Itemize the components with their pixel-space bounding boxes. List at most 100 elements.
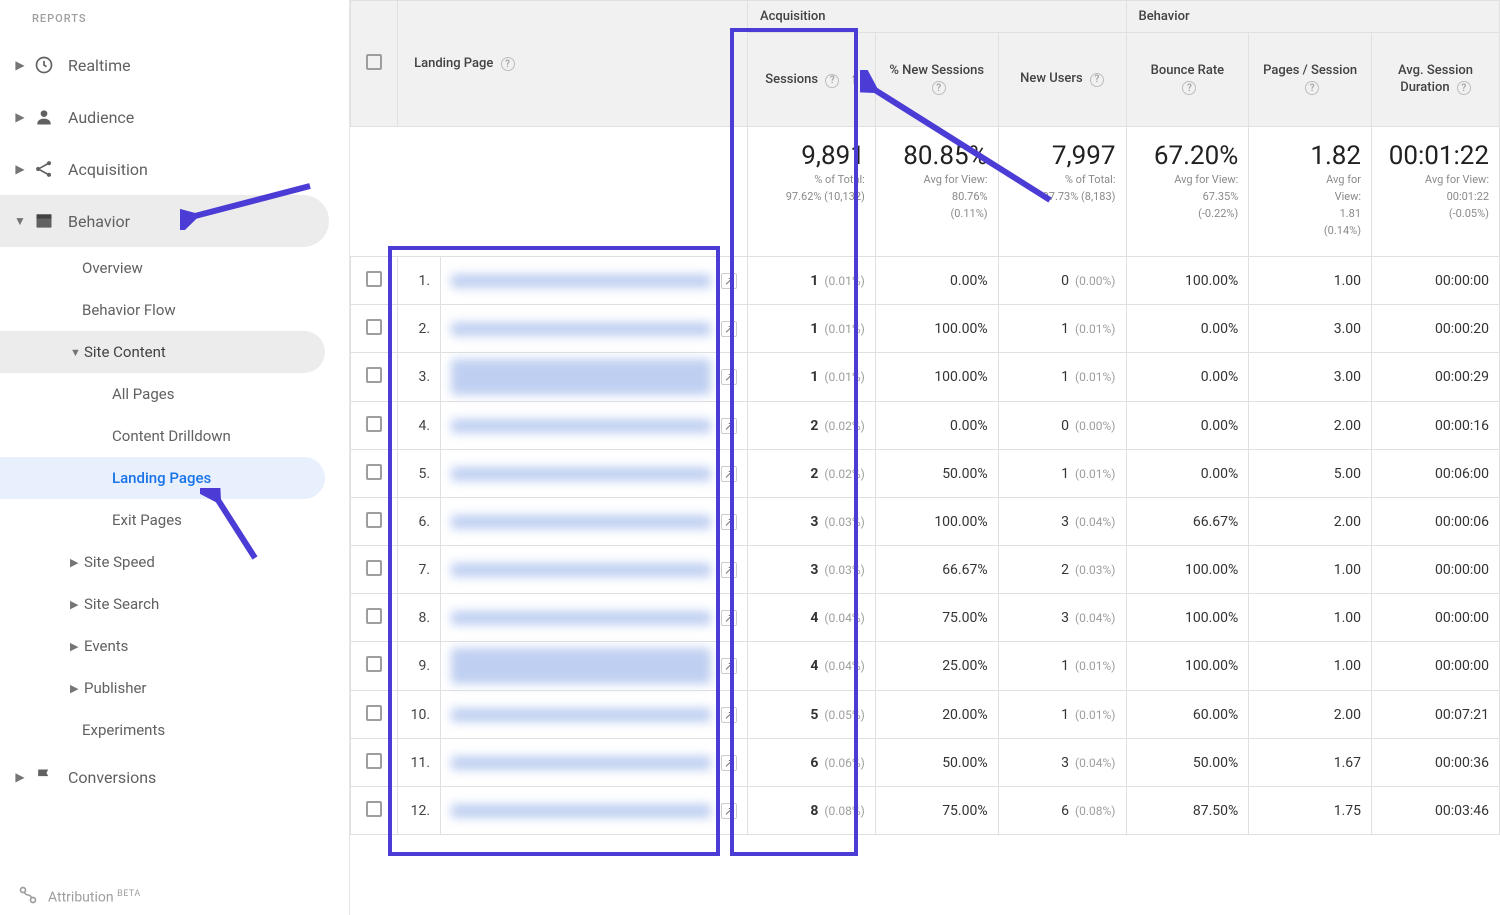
col-new-users[interactable]: New Users ? (998, 33, 1126, 127)
open-external-icon[interactable]: ↗ (721, 803, 737, 819)
nav-acquisition[interactable]: ▶ Acquisition (0, 143, 349, 195)
checkbox-icon[interactable] (366, 416, 382, 432)
table-row[interactable]: 1.↗1(0.01%)0.00%0(0.00%)100.00%1.0000:00… (351, 257, 1500, 305)
open-external-icon[interactable]: ↗ (721, 321, 737, 337)
sub-overview[interactable]: Overview (0, 247, 349, 289)
open-external-icon[interactable]: ↗ (721, 707, 737, 723)
checkbox-icon[interactable] (366, 319, 382, 335)
landing-page-cell[interactable]: ↗ (441, 739, 748, 787)
table-row[interactable]: 9.↗4(0.04%)25.00%1(0.01%)100.00%1.0000:0… (351, 642, 1500, 691)
cell-pct-new-sessions: 50.00% (875, 739, 998, 787)
nav-realtime[interactable]: ▶ Realtime (0, 39, 349, 91)
col-avg-session-duration[interactable]: Avg. Session Duration ? (1372, 33, 1500, 127)
row-checkbox[interactable] (351, 305, 398, 353)
help-icon[interactable]: ? (501, 57, 515, 71)
checkbox-icon[interactable] (366, 560, 382, 576)
row-checkbox[interactable] (351, 546, 398, 594)
open-external-icon[interactable]: ↗ (721, 418, 737, 434)
checkbox-icon[interactable] (366, 54, 382, 70)
checkbox-icon[interactable] (366, 608, 382, 624)
checkbox-icon[interactable] (366, 512, 382, 528)
sub-behavior-flow[interactable]: Behavior Flow (0, 289, 349, 331)
nav-attribution[interactable]: Attribution BETA (18, 885, 141, 909)
sub-events[interactable]: ▶Events (0, 625, 349, 667)
checkbox-icon[interactable] (366, 464, 382, 480)
sub-site-speed[interactable]: ▶Site Speed (0, 541, 349, 583)
row-checkbox[interactable] (351, 787, 398, 835)
landing-page-cell[interactable]: ↗ (441, 450, 748, 498)
select-all-header[interactable] (351, 1, 398, 127)
nav-conversions[interactable]: ▶ Conversions (0, 751, 349, 803)
landing-page-cell[interactable]: ↗ (441, 257, 748, 305)
subsub-all-pages[interactable]: All Pages (0, 373, 349, 415)
landing-page-cell[interactable]: ↗ (441, 691, 748, 739)
landing-page-cell[interactable]: ↗ (441, 546, 748, 594)
row-checkbox[interactable] (351, 450, 398, 498)
landing-page-cell[interactable]: ↗ (441, 353, 748, 402)
subsub-content-drilldown[interactable]: Content Drilldown (0, 415, 349, 457)
row-checkbox[interactable] (351, 594, 398, 642)
row-checkbox[interactable] (351, 402, 398, 450)
checkbox-icon[interactable] (366, 753, 382, 769)
checkbox-icon[interactable] (366, 656, 382, 672)
landing-page-cell[interactable]: ↗ (441, 642, 748, 691)
help-icon[interactable]: ? (1457, 81, 1471, 95)
table-row[interactable]: 7.↗3(0.03%)66.67%2(0.03%)100.00%1.0000:0… (351, 546, 1500, 594)
col-landing-page[interactable]: Landing Page ? (398, 1, 748, 127)
table-row[interactable]: 10.↗5(0.05%)20.00%1(0.01%)60.00%2.0000:0… (351, 691, 1500, 739)
open-external-icon[interactable]: ↗ (721, 273, 737, 289)
help-icon[interactable]: ? (1090, 73, 1104, 87)
landing-page-cell[interactable]: ↗ (441, 787, 748, 835)
open-external-icon[interactable]: ↗ (721, 466, 737, 482)
col-pct-new-sessions[interactable]: % New Sessions? (875, 33, 998, 127)
open-external-icon[interactable]: ↗ (721, 562, 737, 578)
row-checkbox[interactable] (351, 498, 398, 546)
cell-pct-new-sessions: 25.00% (875, 642, 998, 691)
table-row[interactable]: 12.↗8(0.08%)75.00%6(0.08%)87.50%1.7500:0… (351, 787, 1500, 835)
col-pages-per-session[interactable]: Pages / Session? (1249, 33, 1372, 127)
row-checkbox[interactable] (351, 691, 398, 739)
help-icon[interactable]: ? (1182, 81, 1196, 95)
row-checkbox[interactable] (351, 739, 398, 787)
table-row[interactable]: 6.↗3(0.03%)100.00%3(0.04%)66.67%2.0000:0… (351, 498, 1500, 546)
subsub-landing-pages[interactable]: Landing Pages (0, 457, 325, 499)
landing-page-cell[interactable]: ↗ (441, 305, 748, 353)
cell-bounce-rate: 66.67% (1126, 498, 1249, 546)
table-row[interactable]: 11.↗6(0.06%)50.00%3(0.04%)50.00%1.6700:0… (351, 739, 1500, 787)
checkbox-icon[interactable] (366, 801, 382, 817)
landing-page-cell[interactable]: ↗ (441, 498, 748, 546)
col-bounce-rate[interactable]: Bounce Rate? (1126, 33, 1249, 127)
row-checkbox[interactable] (351, 257, 398, 305)
cell-avg-session-duration: 00:00:06 (1372, 498, 1500, 546)
open-external-icon[interactable]: ↗ (721, 610, 737, 626)
cell-new-users: 6(0.08%) (998, 787, 1126, 835)
row-checkbox[interactable] (351, 353, 398, 402)
nav-behavior[interactable]: ▼ Behavior (0, 195, 329, 247)
checkbox-icon[interactable] (366, 271, 382, 287)
checkbox-icon[interactable] (366, 367, 382, 383)
col-sessions[interactable]: Sessions ? ↑ (747, 33, 875, 127)
table-row[interactable]: 4.↗2(0.02%)0.00%0(0.00%)0.00%2.0000:00:1… (351, 402, 1500, 450)
open-external-icon[interactable]: ↗ (721, 369, 737, 385)
subsub-exit-pages[interactable]: Exit Pages (0, 499, 349, 541)
report-panel: Landing Page ? Acquisition Behavior Sess… (350, 0, 1500, 915)
sub-publisher[interactable]: ▶Publisher (0, 667, 349, 709)
row-checkbox[interactable] (351, 642, 398, 691)
table-row[interactable]: 8.↗4(0.04%)75.00%3(0.04%)100.00%1.0000:0… (351, 594, 1500, 642)
open-external-icon[interactable]: ↗ (721, 514, 737, 530)
checkbox-icon[interactable] (366, 705, 382, 721)
sub-experiments[interactable]: Experiments (0, 709, 349, 751)
help-icon[interactable]: ? (825, 74, 839, 88)
landing-page-cell[interactable]: ↗ (441, 402, 748, 450)
sub-site-search[interactable]: ▶Site Search (0, 583, 349, 625)
landing-page-cell[interactable]: ↗ (441, 594, 748, 642)
open-external-icon[interactable]: ↗ (721, 755, 737, 771)
help-icon[interactable]: ? (1305, 81, 1319, 95)
sub-site-content[interactable]: ▼ Site Content (0, 331, 325, 373)
table-row[interactable]: 5.↗2(0.02%)50.00%1(0.01%)0.00%5.0000:06:… (351, 450, 1500, 498)
nav-audience[interactable]: ▶ Audience (0, 91, 349, 143)
help-icon[interactable]: ? (932, 81, 946, 95)
open-external-icon[interactable]: ↗ (721, 658, 737, 674)
table-row[interactable]: 2.↗1(0.01%)100.00%1(0.01%)0.00%3.0000:00… (351, 305, 1500, 353)
table-row[interactable]: 3.↗1(0.01%)100.00%1(0.01%)0.00%3.0000:00… (351, 353, 1500, 402)
